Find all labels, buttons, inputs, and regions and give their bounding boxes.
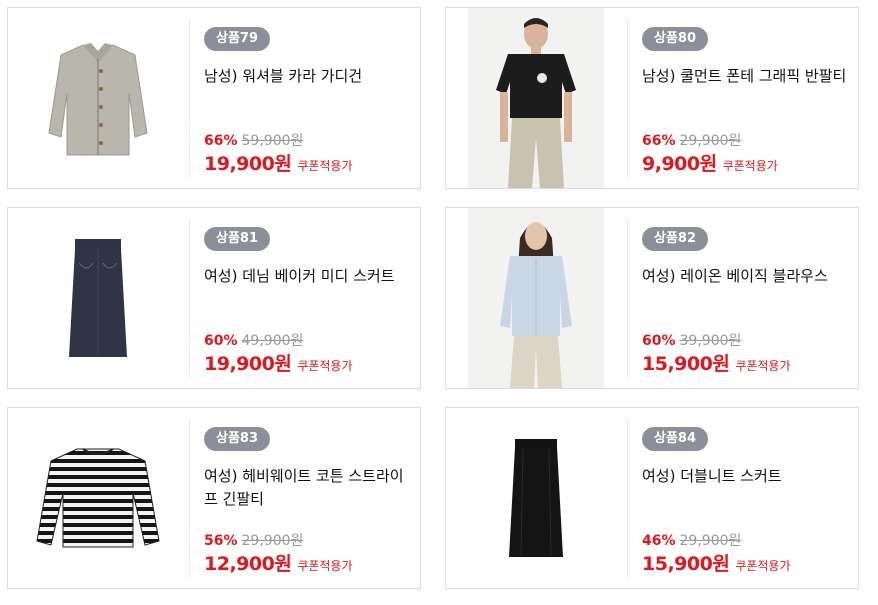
product-badge: 상품79 bbox=[204, 27, 271, 51]
sale-price-line: 19,900원 쿠폰적용가 bbox=[204, 149, 353, 176]
sale-price: 12,900원 bbox=[204, 553, 292, 575]
product-badge: 상품81 bbox=[204, 227, 271, 251]
card-divider bbox=[627, 18, 628, 178]
discount-line: 60% 49,900원 bbox=[204, 330, 303, 350]
card-divider bbox=[189, 218, 190, 378]
black-skirt-image[interactable] bbox=[446, 408, 626, 588]
original-price: 29,900원 bbox=[241, 533, 304, 549]
discount-rate: 66% bbox=[204, 133, 238, 149]
coupon-label: 쿠폰적용가 bbox=[735, 359, 791, 373]
product-badge: 상품83 bbox=[204, 427, 271, 451]
product-card-81[interactable]: 상품81 여성) 데님 베이커 미디 스커트 60% 49,900원 19,900… bbox=[7, 207, 421, 389]
card-divider bbox=[189, 18, 190, 178]
product-name[interactable]: 여성) 데님 베이커 미디 스커트 bbox=[204, 265, 414, 288]
striped-longsleeve-image[interactable] bbox=[8, 408, 188, 588]
sale-price: 9,900원 bbox=[642, 153, 717, 175]
discount-rate: 66% bbox=[642, 133, 676, 149]
discount-line: 46% 29,900원 bbox=[642, 530, 741, 550]
blouse-model-image[interactable] bbox=[468, 208, 604, 388]
discount-rate: 56% bbox=[204, 533, 238, 549]
coupon-label: 쿠폰적용가 bbox=[722, 159, 778, 173]
product-name[interactable]: 남성) 워셔블 카라 가디건 bbox=[204, 65, 414, 88]
sale-price-line: 12,900원 쿠폰적용가 bbox=[204, 549, 353, 576]
tshirt-model-image[interactable] bbox=[468, 8, 604, 188]
product-badge: 상품82 bbox=[642, 227, 709, 251]
product-card-84[interactable]: 상품84 여성) 더블니트 스커트 46% 29,900원 15,900원 쿠폰적… bbox=[445, 407, 859, 589]
product-name[interactable]: 여성) 레이온 베이직 블라우스 bbox=[642, 265, 852, 288]
original-price: 59,900원 bbox=[241, 133, 304, 149]
original-price: 39,900원 bbox=[679, 333, 742, 349]
card-divider bbox=[189, 418, 190, 578]
product-badge: 상품84 bbox=[642, 427, 709, 451]
original-price: 29,900원 bbox=[679, 133, 742, 149]
discount-rate: 46% bbox=[642, 533, 676, 549]
card-divider bbox=[627, 218, 628, 378]
discount-line: 60% 39,900원 bbox=[642, 330, 741, 350]
card-divider bbox=[627, 418, 628, 578]
sale-price: 19,900원 bbox=[204, 153, 292, 175]
coupon-label: 쿠폰적용가 bbox=[297, 159, 353, 173]
sale-price-line: 19,900원 쿠폰적용가 bbox=[204, 349, 353, 376]
sale-price: 19,900원 bbox=[204, 353, 292, 375]
product-card-80[interactable]: 상품80 남성) 쿨먼트 폰테 그래픽 반팔티 66% 29,900원 9,900… bbox=[445, 7, 859, 189]
original-price: 49,900원 bbox=[241, 333, 304, 349]
sale-price: 15,900원 bbox=[642, 353, 730, 375]
sale-price: 15,900원 bbox=[642, 553, 730, 575]
discount-line: 66% 29,900원 bbox=[642, 130, 741, 150]
coupon-label: 쿠폰적용가 bbox=[735, 559, 791, 573]
product-badge: 상품80 bbox=[642, 27, 709, 51]
product-card-79[interactable]: 상품79 남성) 워셔블 카라 가디건 66% 59,900원 19,900원 쿠… bbox=[7, 7, 421, 189]
cardigan-image[interactable] bbox=[8, 8, 188, 188]
discount-line: 66% 59,900원 bbox=[204, 130, 303, 150]
original-price: 29,900원 bbox=[679, 533, 742, 549]
sale-price-line: 15,900원 쿠폰적용가 bbox=[642, 549, 791, 576]
product-name[interactable]: 여성) 헤비웨이트 코튼 스트라이프 긴팔티 bbox=[204, 465, 414, 511]
discount-rate: 60% bbox=[204, 333, 238, 349]
coupon-label: 쿠폰적용가 bbox=[297, 359, 353, 373]
product-name[interactable]: 여성) 더블니트 스커트 bbox=[642, 465, 852, 488]
denim-skirt-image[interactable] bbox=[8, 208, 188, 388]
product-card-82[interactable]: 상품82 여성) 레이온 베이직 블라우스 60% 39,900원 15,900원… bbox=[445, 207, 859, 389]
coupon-label: 쿠폰적용가 bbox=[297, 559, 353, 573]
discount-line: 56% 29,900원 bbox=[204, 530, 303, 550]
product-name[interactable]: 남성) 쿨먼트 폰테 그래픽 반팔티 bbox=[642, 65, 852, 88]
discount-rate: 60% bbox=[642, 333, 676, 349]
sale-price-line: 15,900원 쿠폰적용가 bbox=[642, 349, 791, 376]
product-card-83[interactable]: 상품83 여성) 헤비웨이트 코튼 스트라이프 긴팔티 56% 29,900원 1… bbox=[7, 407, 421, 589]
sale-price-line: 9,900원 쿠폰적용가 bbox=[642, 149, 778, 176]
